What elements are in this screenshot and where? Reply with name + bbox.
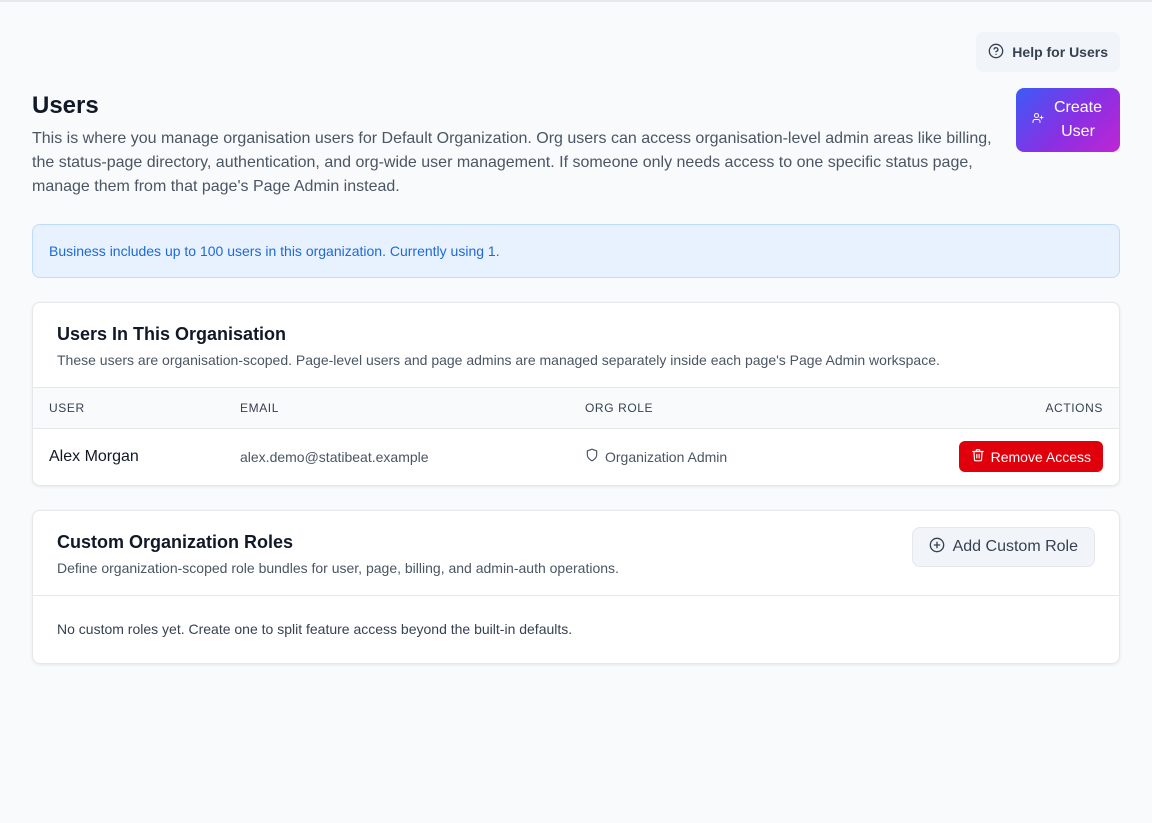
- table-row: Alex Morgan alex.demo@statibeat.example …: [33, 429, 1119, 485]
- page-description: This is where you manage organisation us…: [32, 130, 992, 195]
- custom-roles-card: Custom Organization Roles Define organiz…: [32, 510, 1120, 664]
- user-role: Organization Admin: [585, 429, 727, 485]
- page-header: Users This is where you manage organisat…: [32, 88, 1120, 208]
- add-custom-role-label: Add Custom Role: [952, 538, 1078, 555]
- plan-usage-text: Business includes up to 100 users in thi…: [49, 243, 500, 259]
- plus-circle-icon: [929, 537, 945, 558]
- users-table-header: USER EMAIL ORG ROLE ACTIONS: [33, 387, 1119, 429]
- users-card-title: Users In This Organisation: [57, 324, 287, 344]
- create-user-label: Create User: [1053, 99, 1103, 140]
- plan-usage-banner: Business includes up to 100 users in thi…: [32, 224, 1120, 278]
- user-role-label: Organization Admin: [605, 449, 728, 465]
- add-custom-role-button[interactable]: Add Custom Role: [911, 527, 1095, 567]
- column-header-user: USER: [49, 401, 85, 415]
- help-circle-icon: [988, 43, 1004, 62]
- column-header-actions: ACTIONS: [1045, 401, 1103, 415]
- remove-access-button[interactable]: Remove Access: [958, 441, 1103, 472]
- help-row: Help for Users: [32, 32, 1120, 72]
- user-plus-icon: [1032, 111, 1044, 129]
- users-card-header: Users In This Organisation These users a…: [33, 303, 1119, 369]
- page-title: Users: [32, 92, 99, 119]
- trash-icon: [971, 448, 985, 465]
- top-border: [0, 0, 1152, 2]
- divider: [33, 595, 1119, 596]
- user-email: alex.demo@statibeat.example: [240, 449, 429, 465]
- users-page: Help for Users Users This is where you m…: [32, 32, 1120, 664]
- users-card-subtitle: These users are organisation-scoped. Pag…: [57, 352, 940, 368]
- user-name: Alex Morgan: [49, 448, 139, 465]
- shield-icon: [585, 429, 599, 485]
- help-button-label: Help for Users: [1012, 44, 1108, 60]
- users-card: Users In This Organisation These users a…: [32, 302, 1120, 486]
- create-user-button[interactable]: Create User: [1016, 88, 1120, 152]
- column-header-email: EMAIL: [240, 401, 280, 415]
- column-header-org-role: ORG ROLE: [585, 401, 654, 415]
- remove-access-label: Remove Access: [990, 448, 1091, 465]
- help-for-users-button[interactable]: Help for Users: [976, 32, 1120, 72]
- empty-state-text: No custom roles yet. Create one to split…: [57, 621, 573, 637]
